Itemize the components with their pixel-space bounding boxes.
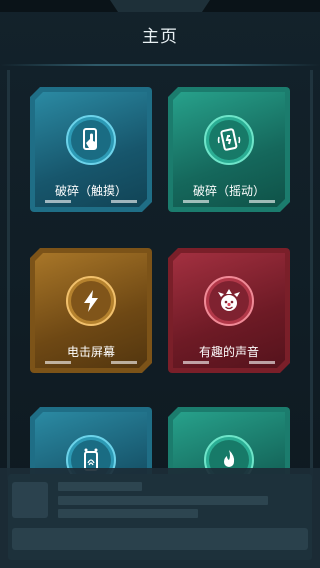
lightning-icon	[66, 276, 116, 326]
header-divider	[0, 64, 320, 66]
page-title: 主页	[142, 27, 178, 47]
card-bar	[45, 361, 71, 364]
card-bar	[183, 361, 209, 364]
card-label: 有趣的声音	[198, 345, 259, 359]
card-bar	[45, 200, 71, 203]
touch-phone-icon	[66, 115, 116, 165]
clown-icon	[204, 276, 254, 326]
home-screen: 主页 破碎（触摸） 破碎（摇动） 电击屏幕 有趣的声音	[0, 0, 320, 568]
card-funny-sounds[interactable]: 有趣的声音	[168, 248, 290, 373]
card-break-touch[interactable]: 破碎（触摸）	[30, 87, 152, 212]
card-bar	[111, 361, 137, 364]
ad-button-placeholder	[12, 528, 308, 550]
card-label: 电击屏幕	[66, 345, 115, 359]
card-bar	[183, 200, 209, 203]
card-electric-screen[interactable]: 电击屏幕	[30, 248, 152, 373]
ad-thumbnail-placeholder	[12, 482, 48, 518]
right-rail	[310, 70, 313, 480]
card-bar	[249, 200, 275, 203]
shake-phone-icon	[204, 115, 254, 165]
card-bar	[249, 361, 275, 364]
card-label: 破碎（触摸）	[54, 184, 127, 198]
left-rail	[7, 70, 10, 480]
ad-text-placeholder	[58, 509, 198, 518]
card-label: 破碎（摇动）	[192, 184, 265, 198]
ad-text-placeholder	[58, 482, 142, 491]
card-break-shake[interactable]: 破碎（摇动）	[168, 87, 290, 212]
card-bar	[111, 200, 137, 203]
ad-text-placeholder	[58, 496, 268, 505]
top-notch	[110, 0, 210, 12]
